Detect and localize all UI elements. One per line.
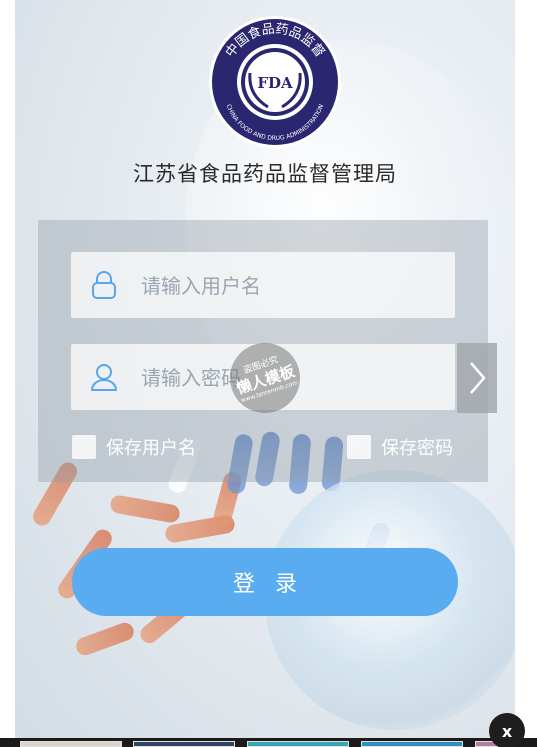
page: 中国食品药品监督 CHINA FOOD AND DRUG ADMINISTRAT…	[0, 0, 537, 747]
username-field	[71, 252, 455, 320]
login-button[interactable]: 登录	[72, 548, 458, 616]
agency-title: 江苏省食品药品监督管理局	[133, 162, 397, 186]
chevron-right-icon	[470, 362, 486, 394]
username-input[interactable]	[139, 252, 443, 320]
logo-center-text: FDA	[257, 74, 293, 92]
remember-password-option[interactable]: 保存密码	[347, 433, 453, 461]
background-pill	[108, 494, 182, 524]
background-pill	[73, 620, 137, 658]
ad-thumbnail[interactable]	[361, 741, 463, 747]
remember-username-option[interactable]: 保存用户名	[72, 433, 196, 461]
ad-thumbnail[interactable]	[133, 741, 235, 747]
login-screen: 中国食品药品监督 CHINA FOOD AND DRUG ADMINISTRAT…	[15, 0, 515, 747]
fda-logo: 中国食品药品监督 CHINA FOOD AND DRUG ADMINISTRAT…	[209, 16, 341, 148]
remember-password-label: 保存密码	[381, 438, 453, 459]
close-ad-button[interactable]: x	[489, 713, 525, 747]
remember-username-label: 保存用户名	[106, 438, 196, 459]
remember-username-checkbox[interactable]	[72, 435, 96, 459]
user-icon	[90, 364, 118, 391]
ad-thumbnail[interactable]	[20, 741, 122, 747]
ad-thumbnail[interactable]	[247, 741, 349, 747]
remember-password-checkbox[interactable]	[347, 435, 371, 459]
next-arrow-button[interactable]	[457, 343, 497, 413]
lock-icon	[92, 271, 116, 299]
